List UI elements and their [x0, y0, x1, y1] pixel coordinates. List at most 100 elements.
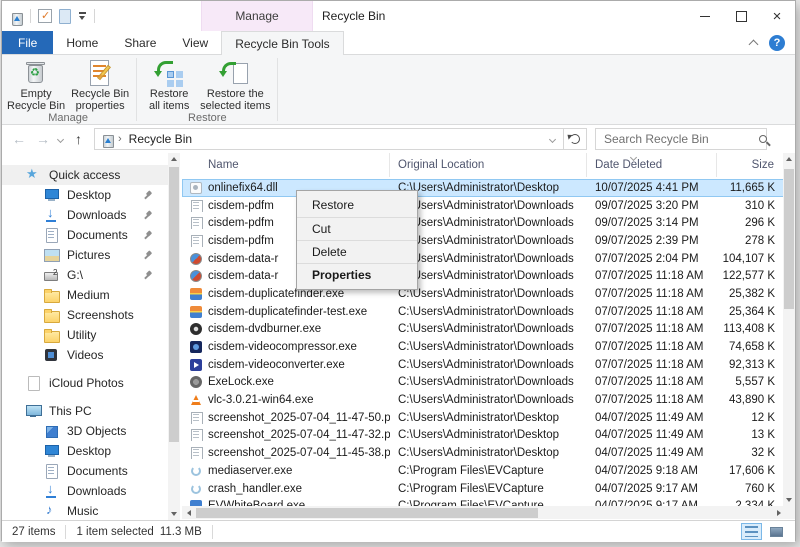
pin-icon[interactable] [143, 230, 154, 241]
pin-icon[interactable] [143, 250, 154, 261]
sidebar-item[interactable]: Downloads [2, 481, 168, 501]
context-menu-item[interactable]: Delete [297, 240, 417, 263]
qat-new-folder-icon[interactable] [59, 9, 71, 24]
scroll-left-icon[interactable] [182, 506, 195, 519]
scrollbar-thumb[interactable] [196, 508, 538, 518]
sidebar-item[interactable]: Quick access [2, 165, 168, 185]
refresh-button[interactable] [564, 128, 587, 150]
help-icon[interactable]: ? [769, 35, 785, 51]
file-list-pane: Name Original Location Date Deleted Size… [182, 153, 795, 520]
restore-selected-items-button[interactable]: Restore the selected items [197, 58, 273, 112]
sidebar-item[interactable]: Pictures [2, 245, 168, 265]
file-row[interactable]: screenshot_2025-07-04_11-47-32.p... C:\U… [182, 427, 785, 445]
close-button[interactable]: × [759, 1, 795, 31]
scrollbar-thumb[interactable] [169, 167, 179, 442]
file-row[interactable]: onlinefix64.dll C:\Users\Administrator\D… [182, 179, 785, 197]
sidebar-item[interactable]: Medium [2, 285, 168, 305]
sidebar-scrollbar[interactable] [168, 153, 180, 520]
column-header-label: Date Deleted [595, 159, 662, 171]
file-icon [190, 465, 202, 477]
minimize-button[interactable] [687, 1, 723, 31]
column-header-size[interactable]: Size [717, 153, 785, 177]
file-row[interactable]: cisdem-videoconverter.exe C:\Users\Admin… [182, 356, 785, 374]
file-row[interactable]: screenshot_2025-07-04_11-47-50.p... C:\U… [182, 409, 785, 427]
search-box[interactable] [595, 128, 767, 150]
column-header-name[interactable]: Name [182, 153, 390, 177]
restore-all-items-button[interactable]: Restore all items [141, 58, 197, 112]
file-row[interactable]: cisdem-dvdburner.exe C:\Users\Administra… [182, 321, 785, 339]
up-icon[interactable]: ↑ [75, 128, 82, 150]
qat-properties-icon[interactable] [38, 9, 52, 23]
file-name: cisdem-videoconverter.exe [208, 359, 345, 371]
file-row[interactable]: cisdem-duplicatefinder-test.exe C:\Users… [182, 303, 785, 321]
tab-home[interactable]: Home [53, 31, 111, 54]
sidebar-item[interactable]: Music [2, 501, 168, 520]
scroll-up-icon[interactable] [783, 153, 795, 165]
sidebar-item[interactable]: Desktop [2, 441, 168, 461]
file-row[interactable]: mediaserver.exe C:\Program Files\EVCaptu… [182, 462, 785, 480]
sidebar-item[interactable]: Utility [2, 325, 168, 345]
empty-recycle-bin-button[interactable]: Empty Recycle Bin [4, 58, 68, 112]
search-input[interactable] [604, 132, 759, 146]
file-original-location: C:\Users\Administrator\Desktop [390, 412, 587, 424]
column-header-date-deleted[interactable]: Date Deleted [587, 153, 717, 177]
tab-recycle-bin-tools[interactable]: Recycle Bin Tools [221, 31, 344, 55]
recent-locations-dropdown-icon[interactable] [57, 135, 64, 142]
address-dropdown-icon[interactable] [549, 135, 556, 142]
scroll-down-icon[interactable] [783, 494, 795, 506]
recycle-bin-properties-button[interactable]: Recycle Bin properties [68, 58, 132, 112]
contextual-tab-manage[interactable]: Manage [201, 1, 313, 31]
file-date-deleted: 04/07/2025 11:49 AM [587, 412, 717, 424]
quick-access-toolbar [10, 6, 95, 26]
pin-icon[interactable] [143, 270, 154, 281]
scroll-down-icon[interactable] [168, 508, 180, 520]
back-icon[interactable]: ← [12, 128, 26, 150]
list-vertical-scrollbar[interactable] [783, 153, 795, 506]
sidebar-item[interactable]: Downloads [2, 205, 168, 225]
pin-icon[interactable] [143, 190, 154, 201]
sidebar-item[interactable]: Documents [2, 461, 168, 481]
context-menu-item[interactable]: Properties [297, 263, 417, 286]
file-row[interactable]: ExeLock.exe C:\Users\Administrator\Downl… [182, 374, 785, 392]
column-header-original-location[interactable]: Original Location [390, 153, 587, 177]
details-view-button[interactable] [741, 523, 762, 540]
file-row[interactable]: cisdem-duplicatefinder.exe C:\Users\Admi… [182, 285, 785, 303]
sidebar-item[interactable]: Documents [2, 225, 168, 245]
recycle-bin-app-icon[interactable] [10, 9, 23, 24]
file-row[interactable]: cisdem-data-r C:\Users\Administrator\Dow… [182, 267, 785, 285]
file-row[interactable]: screenshot_2025-07-04_11-45-38.p... C:\U… [182, 444, 785, 462]
file-row[interactable]: EVWhiteBoard.exe C:\Program Files\EVCapt… [182, 497, 785, 506]
breadcrumb[interactable]: Recycle Bin [129, 132, 192, 146]
tab-view[interactable]: View [169, 31, 221, 54]
tab-file[interactable]: File [2, 31, 53, 54]
file-row[interactable]: cisdem-pdfm C:\Users\Administrator\Downl… [182, 214, 785, 232]
qat-customize-dropdown-icon[interactable] [78, 10, 87, 22]
file-row[interactable]: cisdem-videocompressor.exe C:\Users\Admi… [182, 338, 785, 356]
file-row[interactable]: cisdem-pdfm C:\Users\Administrator\Downl… [182, 197, 785, 215]
context-menu-item[interactable]: Restore [297, 194, 417, 217]
forward-icon[interactable]: → [36, 128, 50, 150]
pin-icon[interactable] [143, 210, 154, 221]
file-row[interactable]: cisdem-data-r C:\Users\Administrator\Dow… [182, 250, 785, 268]
large-icons-view-button[interactable] [766, 523, 787, 540]
refresh-icon [570, 134, 580, 144]
sidebar-item[interactable]: Screenshots [2, 305, 168, 325]
scroll-up-icon[interactable] [168, 153, 180, 165]
sidebar-item[interactable]: 3D Objects [2, 421, 168, 441]
tab-share[interactable]: Share [111, 31, 169, 54]
address-bar[interactable]: › Recycle Bin [94, 128, 564, 150]
maximize-button[interactable] [723, 1, 759, 31]
sidebar-item[interactable]: iCloud Photos [2, 373, 168, 393]
sidebar-item[interactable]: G:\ [2, 265, 168, 285]
list-horizontal-scrollbar[interactable] [182, 506, 785, 519]
context-menu-item[interactable]: Cut [297, 217, 417, 240]
collapse-ribbon-icon[interactable] [749, 40, 759, 50]
file-row[interactable]: crash_handler.exe C:\Program Files\EVCap… [182, 480, 785, 498]
file-row[interactable]: vlc-3.0.21-win64.exe C:\Users\Administra… [182, 391, 785, 409]
sidebar-item[interactable]: Desktop [2, 185, 168, 205]
file-row[interactable]: cisdem-pdfm C:\Users\Administrator\Downl… [182, 232, 785, 250]
sidebar-item[interactable]: This PC [2, 401, 168, 421]
restore-all-items-icon [153, 58, 185, 88]
scrollbar-thumb[interactable] [784, 169, 794, 309]
sidebar-item[interactable]: Videos [2, 345, 168, 365]
